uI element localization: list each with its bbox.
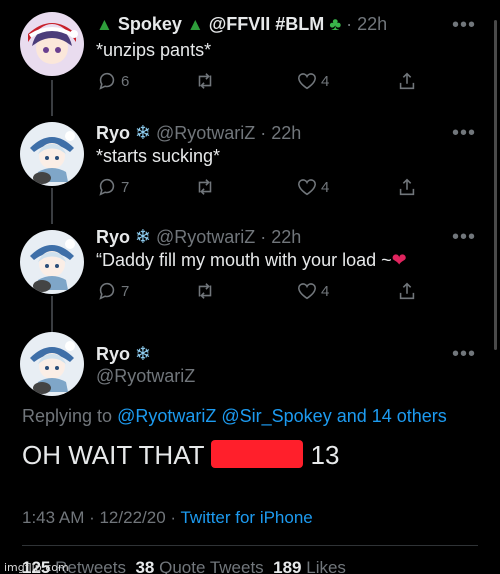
tweet-stats: 125 Retweets 38 Quote Tweets 189 Likes (22, 558, 346, 574)
mention-link[interactable]: @Sir_Spokey (221, 406, 331, 426)
retweet-icon (198, 73, 212, 89)
tweet-text: *unzips pants* (96, 40, 212, 60)
display-name[interactable]: Spokey (118, 14, 182, 34)
display-name[interactable]: Ryo (96, 227, 130, 247)
more-options-button[interactable]: ••• (452, 226, 476, 249)
snowflake-icon: ❄ (135, 344, 151, 365)
heart-icon (298, 73, 316, 90)
handle[interactable]: @RyotwariZ (156, 123, 255, 143)
tweet-meta: 1:43 AM · 12/22/20 · Twitter for iPhone (22, 508, 313, 528)
handle[interactable]: @RyotwariZ (96, 366, 195, 387)
separator: · (260, 123, 267, 143)
tweet-text: “Daddy fill my mouth with your load ~ (96, 250, 392, 270)
snowflake-icon: ❄ (135, 123, 151, 144)
reply-button[interactable]: 6 (96, 70, 129, 92)
main-tweet-author[interactable]: Ryo ❄ (96, 343, 151, 366)
handle[interactable]: @RyotwariZ (156, 227, 255, 247)
display-name[interactable]: Ryo (96, 344, 130, 364)
more-options-button[interactable]: ••• (452, 122, 476, 145)
avatar-image (20, 230, 84, 294)
tweet-actions: 7 4 (96, 176, 426, 198)
avatar-image (20, 122, 84, 186)
tweet-text: *starts sucking* (96, 146, 221, 166)
reply-icon (99, 282, 115, 300)
others-link[interactable]: and 14 others (337, 406, 447, 426)
timestamp[interactable]: 22h (271, 227, 301, 247)
timestamp[interactable]: 22h (271, 123, 301, 143)
share-button[interactable] (396, 280, 418, 302)
tweet-actions: 6 4 (96, 70, 426, 92)
reply-icon (99, 178, 115, 196)
avatar-image (20, 332, 84, 396)
reply-icon (99, 72, 115, 90)
mention-link[interactable]: @RyotwariZ (117, 406, 216, 426)
more-options-button[interactable]: ••• (452, 343, 476, 366)
tweet[interactable]: ▲ Spokey ▲ @FFVII #BLM ♣ · 22h ••• *unzi… (0, 0, 500, 110)
reply-button[interactable]: 7 (96, 176, 129, 198)
heart-icon (298, 179, 316, 196)
like-button[interactable]: 4 (296, 176, 329, 198)
retweet-icon (198, 179, 212, 195)
retweet-icon (198, 283, 212, 299)
tweet[interactable]: Ryo ❄ @RyotwariZ · 22h ••• *starts sucki… (0, 110, 500, 218)
reply-count: 7 (121, 282, 130, 300)
avatar[interactable] (20, 332, 84, 396)
heart-icon (298, 283, 316, 300)
share-icon (399, 178, 415, 196)
reply-count: 6 (121, 72, 130, 90)
timestamp[interactable]: 22h (357, 14, 387, 34)
retweet-button[interactable] (194, 70, 219, 92)
likes-count: 189 (273, 558, 302, 574)
more-options-button[interactable]: ••• (452, 14, 476, 37)
separator: · (346, 14, 353, 34)
quotes-stat[interactable]: 38 Quote Tweets (135, 558, 263, 574)
share-button[interactable] (396, 70, 418, 92)
main-tweet-text: OH WAIT THAT 13 (22, 440, 339, 471)
avatar-image (20, 12, 84, 76)
like-button[interactable]: 4 (296, 70, 329, 92)
likes-label: Likes (306, 558, 346, 574)
tweet-text-end: 13 (310, 440, 340, 470)
reply-button[interactable]: 7 (96, 280, 129, 302)
christmas-tree-icon: ▲ (186, 15, 204, 34)
reply-count: 7 (121, 178, 130, 196)
share-icon (399, 282, 415, 300)
avatar[interactable] (20, 12, 84, 76)
retweet-button[interactable] (194, 176, 219, 198)
avatar[interactable] (20, 230, 84, 294)
separator: · (260, 227, 267, 247)
quotes-count: 38 (135, 558, 155, 574)
christmas-tree-icon: ▲ (96, 15, 113, 34)
like-count: 4 (321, 178, 330, 196)
avatar[interactable] (20, 122, 84, 186)
display-name-suffix[interactable]: @FFVII #BLM (209, 14, 325, 34)
share-icon (399, 72, 415, 90)
like-count: 4 (321, 72, 330, 90)
tweet-text-line: “Daddy fill my mouth with your load ~❤ (96, 250, 407, 271)
likes-stat[interactable]: 189 Likes (273, 558, 346, 574)
timestamp[interactable]: 1:43 AM · 12/22/20 · (22, 508, 176, 527)
snowflake-icon: ❄ (135, 227, 151, 248)
retweet-button[interactable] (194, 280, 219, 302)
replying-prefix: Replying to (22, 406, 113, 426)
share-button[interactable] (396, 176, 418, 198)
tweet-text-start: OH WAIT THAT (22, 440, 205, 470)
heart-emoji-icon: ❤ (391, 250, 407, 270)
watermark: imgflip.com (4, 561, 69, 574)
replying-to: Replying to @RyotwariZ @Sir_Spokey and 1… (22, 406, 447, 427)
display-name[interactable]: Ryo (96, 123, 130, 143)
scrollbar[interactable] (494, 20, 497, 350)
tweet-actions: 7 4 (96, 280, 426, 302)
clover-icon: ♣ (329, 14, 342, 34)
like-count: 4 (321, 282, 330, 300)
tweet[interactable]: Ryo ❄ @RyotwariZ · 22h ••• “Daddy fill m… (0, 218, 500, 326)
source-link[interactable]: Twitter for iPhone (180, 508, 312, 527)
divider (22, 545, 478, 546)
quotes-label: Quote Tweets (159, 558, 264, 574)
like-button[interactable]: 4 (296, 280, 329, 302)
redaction-mark (211, 440, 304, 468)
